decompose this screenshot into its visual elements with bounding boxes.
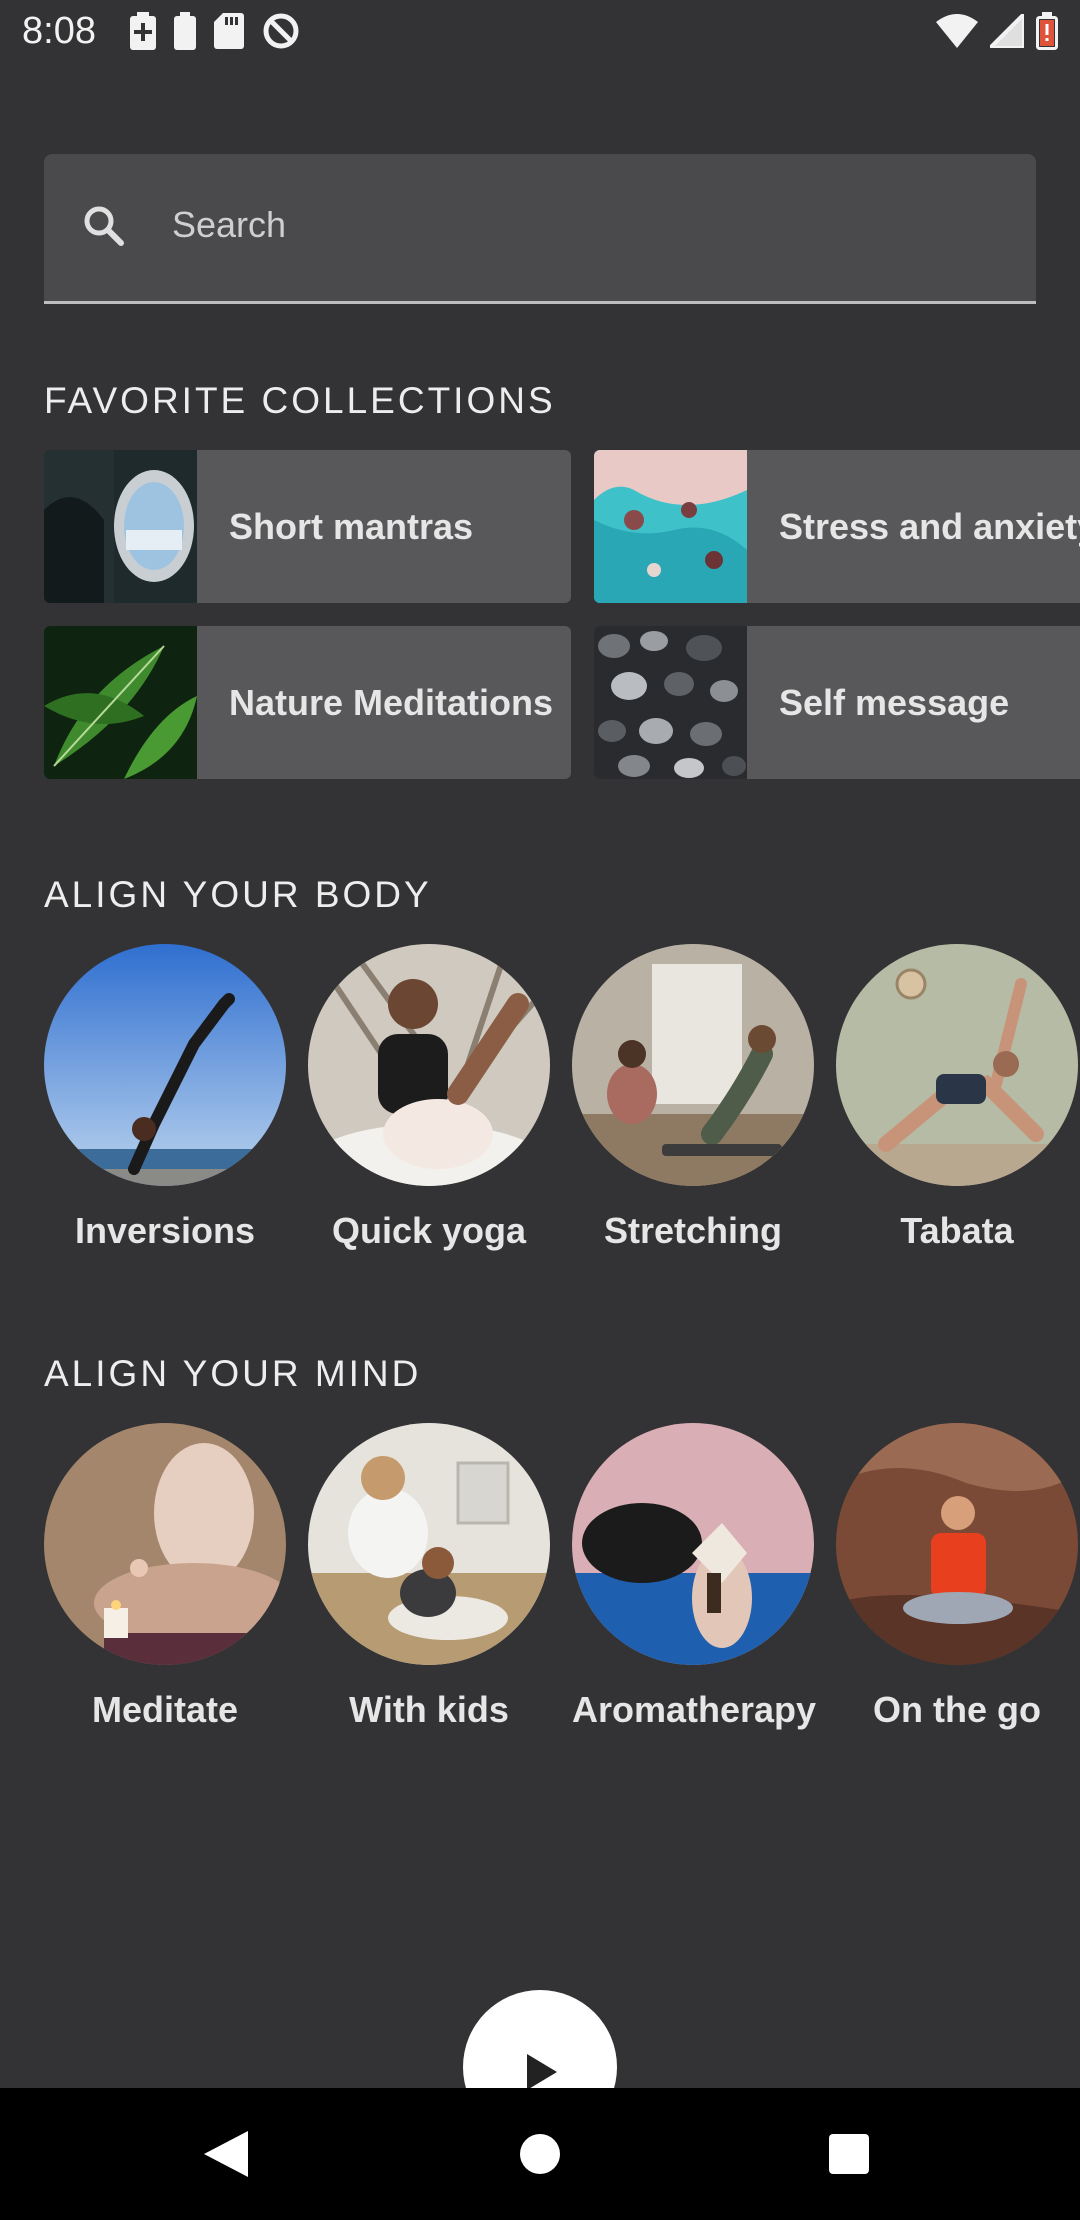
collection-card-short-mantras[interactable]: Short mantras [44, 450, 571, 603]
leaves-thumbnail [44, 626, 197, 779]
collection-label: Self message [779, 681, 1010, 723]
status-icons-right [936, 12, 1058, 50]
body-item-tabata[interactable]: Tabata [836, 944, 1078, 1252]
aromatherapy-image [572, 1423, 814, 1665]
collection-card-self-message[interactable]: Self message [594, 626, 1080, 779]
collection-label: Nature Meditations [229, 681, 554, 723]
circle-label: Quick yoga [331, 1210, 527, 1251]
circle-label: Aromatherapy [572, 1689, 817, 1730]
back-icon[interactable] [204, 2131, 248, 2177]
status-time: 8:08 [22, 10, 96, 52]
body-item-stretching[interactable]: Stretching [572, 944, 814, 1252]
inversions-image [44, 944, 286, 1186]
search-input[interactable]: Search [172, 204, 286, 246]
navigation-bar [0, 2088, 1080, 2220]
aerial-sea-thumbnail [594, 450, 747, 603]
recent-apps-icon[interactable] [829, 2134, 869, 2174]
airplane-window-thumbnail [44, 450, 197, 603]
search-field[interactable]: Search [44, 154, 1036, 304]
mind-item-on-the-go[interactable]: On the go [836, 1423, 1078, 1731]
favorite-collections-title: FAVORITE COLLECTIONS [44, 380, 556, 421]
circle-label: On the go [873, 1689, 1041, 1730]
sd-card-icon [214, 13, 244, 49]
pebbles-thumbnail [594, 626, 747, 779]
cell-signal-icon [990, 14, 1024, 48]
circle-label: With kids [349, 1689, 509, 1730]
battery-icon [174, 12, 196, 50]
body-item-inversions[interactable]: Inversions [44, 944, 286, 1252]
tabata-image [836, 944, 1078, 1186]
collection-card-nature-meditations[interactable]: Nature Meditations [44, 626, 571, 779]
wifi-icon [936, 14, 978, 48]
meditate-image [44, 1423, 286, 1665]
circle-label: Meditate [91, 1689, 239, 1730]
body-item-quick-yoga[interactable]: Quick yoga [308, 944, 550, 1252]
stretching-image [572, 944, 814, 1186]
circle-label: Stretching [603, 1210, 782, 1251]
data-saver-icon [263, 13, 299, 49]
battery-saver-icon [130, 12, 156, 50]
mind-item-meditate[interactable]: Meditate [44, 1423, 286, 1731]
mind-item-with-kids[interactable]: With kids [308, 1423, 550, 1731]
status-bar: 8:08 [0, 0, 1080, 66]
with-kids-image [308, 1423, 550, 1665]
home-icon[interactable] [520, 2134, 560, 2174]
collection-label: Stress and anxiety [779, 505, 1080, 547]
circle-label: Inversions [74, 1210, 256, 1251]
collection-label: Short mantras [229, 505, 474, 547]
on-the-go-image [836, 1423, 1078, 1665]
align-body-title: ALIGN YOUR BODY [44, 874, 432, 915]
circle-label: Tabata [900, 1210, 1014, 1251]
mind-item-aromatherapy[interactable]: Aromatherapy [572, 1423, 817, 1731]
play-icon [527, 2054, 557, 2090]
align-mind-title: ALIGN YOUR MIND [44, 1353, 422, 1394]
battery-low-icon [1036, 12, 1058, 50]
status-icons-left [130, 12, 300, 50]
quick-yoga-image [308, 944, 550, 1186]
search-icon [84, 206, 124, 246]
collection-card-stress-anxiety[interactable]: Stress and anxiety [594, 450, 1080, 603]
